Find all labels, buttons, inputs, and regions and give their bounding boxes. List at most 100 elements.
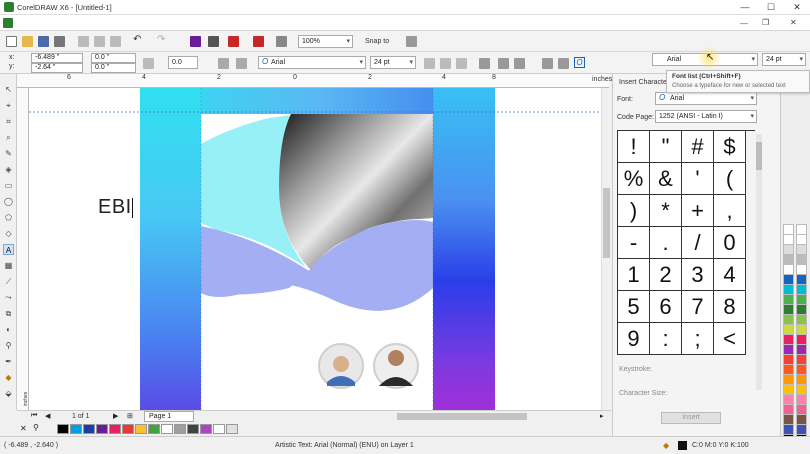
scroll-right-icon[interactable]: ▸ (600, 412, 604, 420)
palette-swatch[interactable] (161, 424, 173, 434)
character-cell[interactable]: < (714, 323, 746, 355)
character-cell[interactable]: # (682, 131, 714, 163)
connector-tool-icon[interactable]: ⤳ (3, 292, 14, 303)
italic-icon[interactable] (440, 58, 451, 69)
y-position-field[interactable]: -2.64 " (31, 63, 83, 73)
next-page-icon[interactable]: ▶ (113, 412, 118, 420)
character-cell[interactable]: / (682, 227, 714, 259)
edit-text-icon[interactable] (558, 58, 569, 69)
docker-font-select[interactable]: Arial (655, 92, 757, 105)
copy-icon[interactable] (94, 36, 105, 47)
transparency-tool-icon[interactable]: ◐ (3, 324, 14, 335)
zoom-tool-icon[interactable]: ⌕ (3, 132, 14, 143)
palette-swatch[interactable] (57, 424, 69, 434)
page-tab[interactable]: Page 1 (144, 411, 194, 422)
dimension-tool-icon[interactable]: ⟋ (3, 276, 14, 287)
print-icon[interactable] (54, 36, 65, 47)
character-cell[interactable]: & (650, 163, 682, 195)
mirror-vertical-icon[interactable] (236, 58, 247, 69)
character-grid-scrollbar[interactable] (756, 134, 762, 390)
width-field[interactable]: 0.0 " (91, 53, 136, 63)
table-tool-icon[interactable]: ▦ (3, 260, 14, 271)
first-page-icon[interactable]: ⏮ (31, 412, 37, 420)
close-button[interactable]: ✕ (784, 0, 810, 15)
freehand-tool-icon[interactable]: ✎ (3, 148, 14, 159)
character-cell[interactable]: 4 (714, 259, 746, 291)
welcome-screen-icon[interactable] (276, 36, 287, 47)
character-cell[interactable]: ' (682, 163, 714, 195)
insert-button[interactable]: Insert (661, 412, 721, 424)
open-icon[interactable] (22, 36, 33, 47)
character-cell[interactable]: - (618, 227, 650, 259)
no-color-icon[interactable]: ✕ (20, 424, 27, 433)
character-cell[interactable]: 7 (682, 291, 714, 323)
eyedropper-icon[interactable]: ⚲ (33, 423, 39, 432)
palette-swatch[interactable] (135, 424, 147, 434)
drawing-canvas[interactable]: EBI (29, 88, 601, 410)
right-gradient-band[interactable] (433, 88, 495, 410)
minimize-button[interactable]: — (732, 0, 758, 15)
vertical-ruler[interactable]: inches (17, 88, 29, 410)
snap-to-dropdown[interactable]: Snap to (365, 38, 389, 45)
character-cell[interactable]: $ (714, 131, 746, 163)
blend-tool-icon[interactable]: ⧉ (3, 308, 14, 319)
character-cell[interactable]: ) (618, 195, 650, 227)
save-icon[interactable] (38, 36, 49, 47)
doc-restore-icon[interactable]: ❐ (762, 18, 769, 27)
eyedropper-tool-icon[interactable]: ⚲ (3, 340, 14, 351)
underline-icon[interactable] (456, 58, 467, 69)
paste-icon[interactable] (110, 36, 121, 47)
lock-ratio-icon[interactable] (143, 58, 154, 69)
palette-swatch[interactable] (174, 424, 186, 434)
drop-cap-icon[interactable] (514, 58, 525, 69)
vertical-scroll-thumb[interactable] (603, 188, 610, 258)
import-icon[interactable] (190, 36, 201, 47)
rotation-angle-field[interactable]: 0.0 (168, 56, 198, 69)
character-cell[interactable]: ( (714, 163, 746, 195)
smart-fill-icon[interactable]: ◈ (3, 164, 14, 175)
bullets-icon[interactable] (498, 58, 509, 69)
font-list-select[interactable]: Arial (258, 56, 366, 69)
character-cell[interactable]: * (650, 195, 682, 227)
zoom-level-select[interactable]: 100% (298, 35, 353, 48)
character-cell[interactable]: 8 (714, 291, 746, 323)
horizontal-ruler[interactable]: 6 4 2 0 2 4 8 inches (17, 74, 612, 88)
height-field[interactable]: 0.0 " (91, 63, 136, 73)
artistic-text[interactable]: EBI (98, 196, 132, 219)
bold-icon[interactable] (424, 58, 435, 69)
text-properties-icon[interactable] (542, 58, 553, 69)
palette-swatch[interactable] (213, 424, 225, 434)
crop-tool-icon[interactable]: ⌗ (3, 116, 14, 127)
palette-swatch[interactable] (122, 424, 134, 434)
palette-swatch[interactable] (96, 424, 108, 434)
palette-swatch[interactable] (148, 424, 160, 434)
character-cell[interactable]: " (650, 131, 682, 163)
character-cell[interactable]: 5 (618, 291, 650, 323)
application-launcher-icon[interactable] (253, 36, 264, 47)
palette-swatch[interactable] (109, 424, 121, 434)
character-cell[interactable]: + (682, 195, 714, 227)
palette-swatch[interactable] (200, 424, 212, 434)
x-position-field[interactable]: -6.489 " (31, 53, 83, 63)
character-cell[interactable]: 2 (650, 259, 682, 291)
font-size-select[interactable]: 24 pt (370, 56, 416, 69)
text-tool-icon[interactable]: A (3, 244, 14, 255)
palette-swatch[interactable] (83, 424, 95, 434)
rectangle-tool-icon[interactable]: ▭ (3, 180, 14, 191)
document-icon[interactable] (3, 18, 13, 28)
character-cell[interactable]: 9 (618, 323, 650, 355)
outline-tool-icon[interactable]: ✒ (3, 356, 14, 367)
ellipse-tool-icon[interactable]: ◯ (3, 196, 14, 207)
horizontal-scroll-thumb[interactable] (397, 413, 527, 420)
fill-tool-icon[interactable]: ◆ (3, 372, 14, 383)
opentype-features-icon[interactable]: O (574, 57, 585, 68)
character-cell[interactable]: . (650, 227, 682, 259)
code-page-select[interactable]: 1252 (ANSI - Latin I) (655, 110, 757, 123)
character-cell[interactable]: : (650, 323, 682, 355)
character-cell[interactable]: ! (618, 131, 650, 163)
mirror-horizontal-icon[interactable] (218, 58, 229, 69)
character-cell[interactable]: 6 (650, 291, 682, 323)
character-cell[interactable]: 1 (618, 259, 650, 291)
doc-minimize-icon[interactable]: — (740, 19, 748, 28)
character-cell[interactable]: 3 (682, 259, 714, 291)
